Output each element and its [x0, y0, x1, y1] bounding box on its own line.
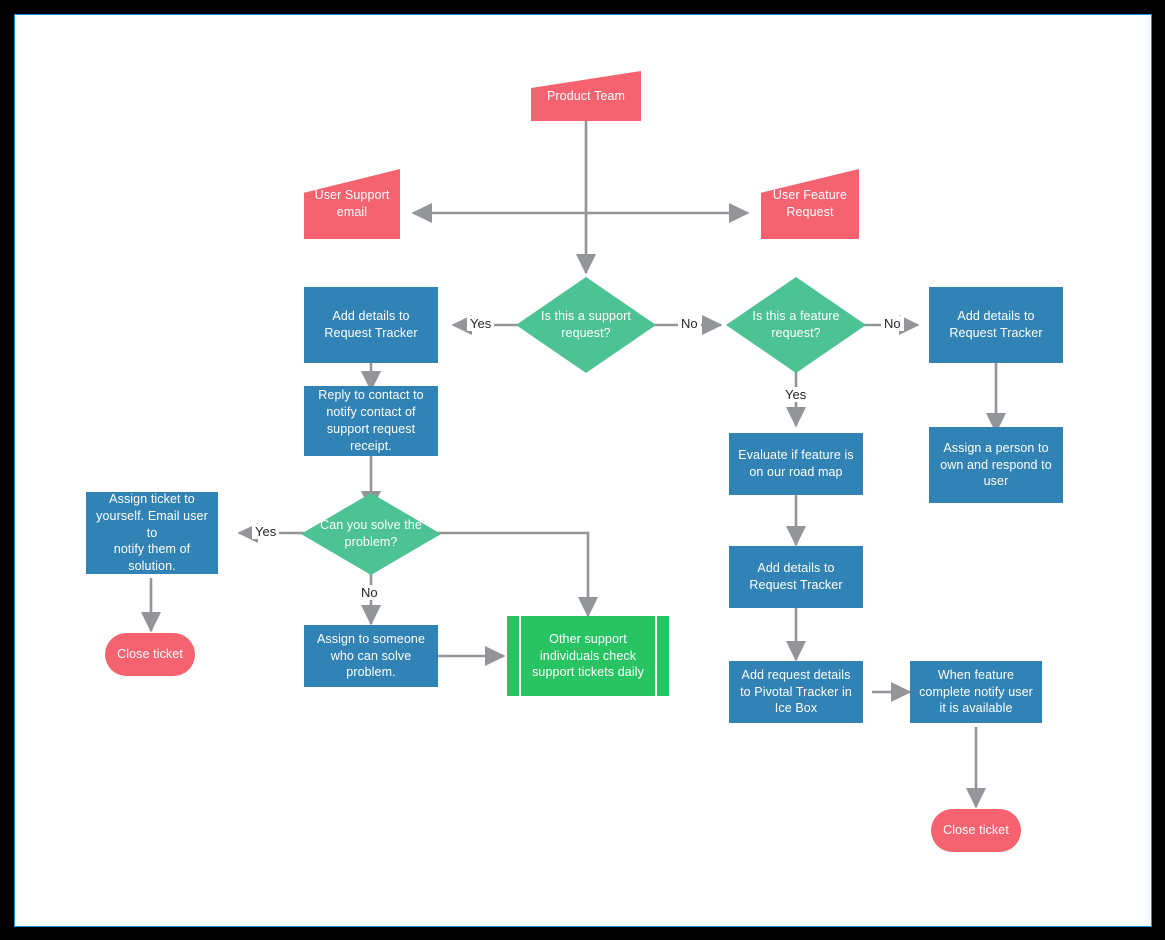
edge-label-yes-support: Yes [467, 316, 495, 331]
node-label: Add details to Request Tracker [749, 561, 843, 592]
edge-solve-right-to-other-support [431, 531, 599, 618]
edge-label-yes-feature: Yes [782, 387, 810, 402]
node-label: Assign ticket to yourself. Email user to n… [96, 491, 208, 574]
node-label: Add request details to Pivotal Tracker in… [740, 667, 852, 716]
node-label: Product Team [546, 88, 626, 103]
predefined-right-bar [655, 616, 657, 696]
node-label: User Support email [314, 188, 390, 219]
node-label: Is this a support request? [541, 309, 631, 340]
node-label: Close ticket [943, 823, 1009, 838]
edge-label-no-support: No [678, 316, 701, 331]
node-other-support[interactable]: Other support individuals check support ti… [507, 616, 669, 696]
node-can-you-solve[interactable]: Can you solve the problem? [301, 493, 441, 575]
node-label: Assign a person to own and respond to user [940, 440, 1052, 489]
node-is-feature-request[interactable]: Is this a feature request? [726, 277, 866, 373]
node-add-pivotal-tracker[interactable]: Add request details to Pivotal Tracker in… [729, 661, 863, 723]
node-label: Close ticket [117, 647, 183, 662]
node-add-details-feature[interactable]: Add details to Request Tracker [729, 546, 863, 608]
node-evaluate-roadmap[interactable]: Evaluate if feature is on our road map [729, 433, 863, 495]
node-user-feature-request[interactable]: User Feature Request [761, 169, 859, 239]
node-label: Assign to someone who can solve problem. [316, 631, 425, 680]
node-assign-ticket-self[interactable]: Assign ticket to yourself. Email user to n… [86, 492, 218, 574]
edge-label-yes-solve: Yes [252, 524, 280, 539]
predefined-left-bar [519, 616, 521, 696]
node-label: Add details to Request Tracker [949, 309, 1043, 340]
node-close-ticket-right[interactable]: Close ticket [931, 809, 1021, 852]
node-label: Reply to contact to notify contact of supp… [318, 388, 424, 453]
edge-label-no-solve: No [358, 585, 381, 600]
node-add-details-support[interactable]: Add details to Request Tracker [304, 287, 438, 363]
node-label: Add details to Request Tracker [324, 309, 418, 340]
node-product-team[interactable]: Product Team [531, 71, 641, 121]
node-assign-to-someone[interactable]: Assign to someone who can solve problem. [304, 625, 438, 687]
node-label: User Feature Request [772, 188, 848, 219]
node-assign-a-person[interactable]: Assign a person to own and respond to user [929, 427, 1063, 503]
node-label: When feature complete notify user it is av… [919, 667, 1033, 716]
node-close-ticket-left[interactable]: Close ticket [105, 633, 195, 676]
diagram-frame: Product Team User Support email User Feat… [14, 14, 1152, 927]
node-is-support-request[interactable]: Is this a support request? [516, 277, 656, 373]
node-label: Is this a feature request? [752, 309, 840, 340]
node-label: Can you solve the problem? [320, 518, 422, 549]
node-label: Evaluate if feature is on our road map [738, 448, 854, 479]
edge-label-no-feature: No [881, 316, 904, 331]
node-add-details-other[interactable]: Add details to Request Tracker [929, 287, 1063, 363]
flowchart-canvas[interactable]: Product Team User Support email User Feat… [15, 15, 1153, 928]
node-reply-to-contact[interactable]: Reply to contact to notify contact of supp… [304, 386, 438, 456]
node-label: Other support individuals check support ti… [532, 631, 644, 680]
node-user-support-email[interactable]: User Support email [304, 169, 400, 239]
node-notify-when-done[interactable]: When feature complete notify user it is av… [910, 661, 1042, 723]
